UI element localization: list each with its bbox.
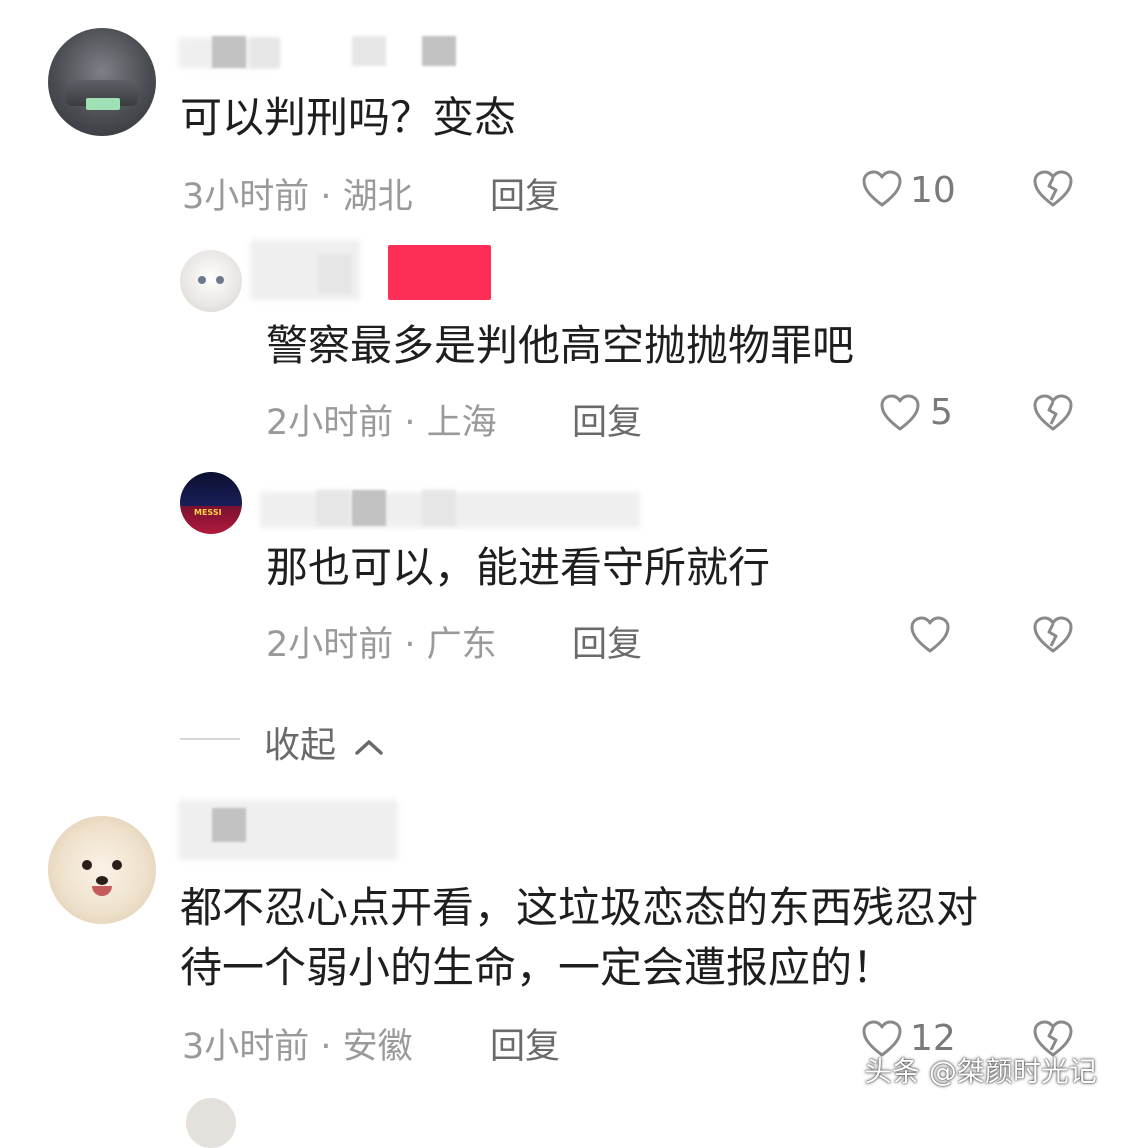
reply-button[interactable]: 回复 [572, 394, 642, 445]
redacted-username-block [352, 36, 386, 66]
redacted-username-block [212, 808, 246, 842]
like-heart-icon[interactable] [880, 394, 920, 432]
user-avatar[interactable] [48, 28, 156, 136]
dislike-broken-heart-icon[interactable] [1032, 616, 1074, 654]
reply-text: 警察最多是判他高空抛抛物罪吧 [266, 321, 855, 370]
chevron-up-icon [355, 740, 384, 755]
collapse-divider [180, 738, 240, 740]
reply-meta: 2小时前 · 上海 [266, 403, 497, 443]
watermark: 头条 @桀颜时光记 [864, 1055, 1097, 1088]
avatar-eye [112, 860, 122, 870]
avatar-car-plate [86, 98, 120, 110]
comment-text-line: 都不忍心点开看，这垃圾恋态的东西残忍对 [180, 883, 979, 932]
user-avatar[interactable]: MESSI [180, 472, 242, 534]
redacted-badge [388, 245, 491, 300]
user-avatar[interactable] [48, 816, 156, 924]
user-avatar[interactable] [186, 1098, 236, 1148]
redacted-username-block [212, 36, 246, 68]
avatar-mouth [92, 886, 112, 896]
like-heart-icon[interactable] [910, 616, 950, 654]
comment-text: 可以判刑吗？变态 [180, 93, 517, 142]
comment-meta: 3小时前 · 安徽 [182, 1027, 413, 1067]
user-avatar[interactable] [180, 250, 242, 312]
collapse-replies-button[interactable]: 收起 [264, 716, 385, 768]
avatar-jersey-text: MESSI [194, 508, 222, 517]
reply-button[interactable]: 回复 [490, 168, 560, 219]
comment-meta: 3小时前 · 湖北 [182, 177, 413, 217]
redacted-username-block [422, 36, 456, 66]
redacted-username-block [318, 254, 352, 294]
comment-text-line: 待一个弱小的生命，一定会遭报应的！ [180, 943, 895, 992]
reply-text: 那也可以，能进看守所就行 [266, 543, 771, 592]
avatar-eye [82, 860, 92, 870]
dislike-broken-heart-icon[interactable] [1032, 170, 1074, 208]
redacted-username-block [422, 490, 456, 526]
like-count: 10 [910, 170, 956, 211]
like-count: 5 [930, 392, 953, 433]
reply-button[interactable]: 回复 [490, 1018, 560, 1069]
reply-button[interactable]: 回复 [572, 616, 642, 667]
avatar-eye [198, 276, 206, 284]
collapse-label: 收起 [264, 725, 337, 766]
like-heart-icon[interactable] [862, 170, 902, 208]
avatar-eye [216, 276, 224, 284]
dislike-broken-heart-icon[interactable] [1032, 394, 1074, 432]
redacted-username-block [352, 490, 386, 526]
avatar-nose [96, 876, 108, 885]
redacted-username [178, 800, 398, 860]
redacted-username-block [316, 490, 350, 526]
redacted-username-block [250, 38, 280, 68]
reply-meta: 2小时前 · 广东 [266, 625, 497, 665]
